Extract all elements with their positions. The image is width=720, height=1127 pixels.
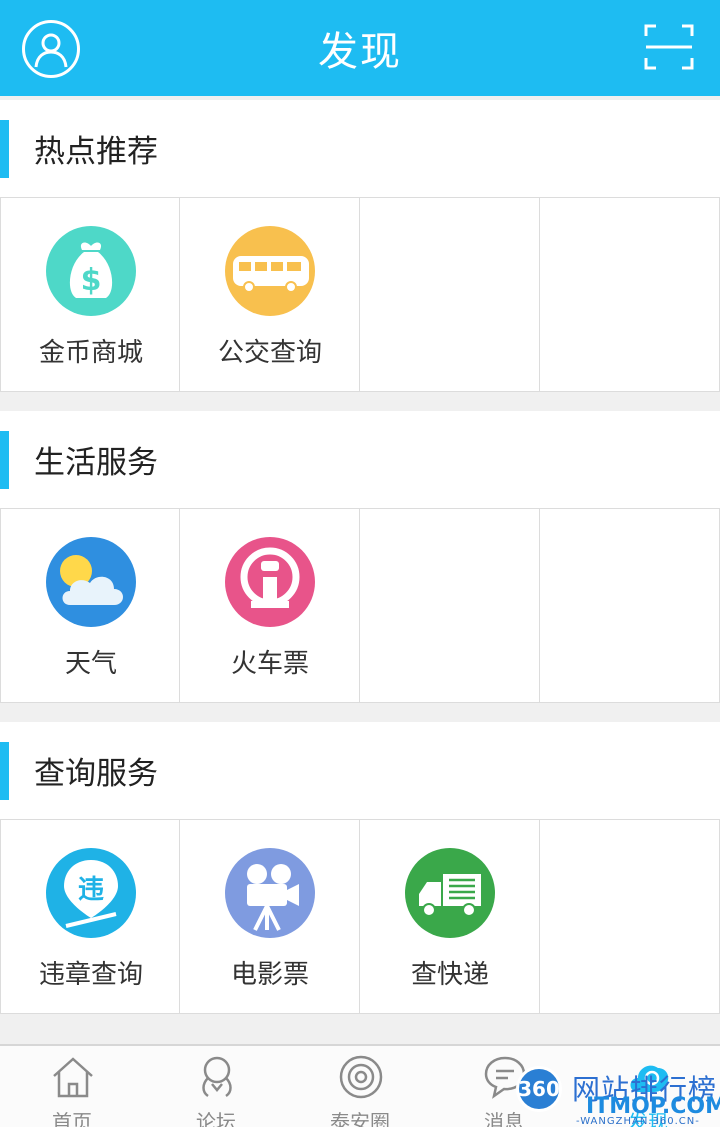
tab-discover[interactable]: 发现 [576, 1046, 720, 1127]
grid-item-label: 公交查询 [217, 338, 322, 368]
svg-text:$: $ [81, 263, 102, 298]
section-accent-bar [0, 120, 9, 178]
train-icon [225, 537, 315, 627]
section-title: 生活服务 [34, 445, 158, 481]
grid-item-empty [360, 198, 540, 391]
violation-icon: 违 [46, 848, 136, 938]
bus-icon [225, 226, 315, 316]
section-title: 查询服务 [34, 756, 158, 792]
scan-icon[interactable] [644, 24, 694, 70]
section-hot-recommend: 热点推荐 $ 金币商城 公交查询 [0, 100, 720, 392]
section-accent-bar [0, 431, 9, 489]
grid-item-weather[interactable]: 天气 [0, 509, 180, 702]
message-icon [484, 1056, 526, 1099]
weather-icon [46, 537, 136, 627]
grid-item-empty [540, 820, 720, 1013]
top-bar: 发现 [0, 0, 720, 96]
service-grid: 违 违章查询 电影票 查快递 [0, 820, 720, 1014]
section-header: 生活服务 [0, 411, 720, 509]
grid-item-label: 天气 [64, 649, 117, 679]
grid-item-label: 违章查询 [38, 960, 143, 990]
page-title: 发现 [318, 29, 402, 75]
forum-icon [202, 1056, 232, 1098]
grid-item-bus-query[interactable]: 公交查询 [180, 198, 360, 391]
section-query-service: 查询服务 违 违章查询 电影票 查快递 [0, 722, 720, 1014]
tab-circle[interactable]: 泰安圈 [288, 1046, 432, 1127]
svg-text:违: 违 [78, 875, 104, 905]
service-grid: 天气 火车票 [0, 509, 720, 703]
grid-item-label: 火车票 [230, 649, 309, 679]
section-title: 热点推荐 [34, 134, 158, 170]
grid-item-label: 电影票 [230, 960, 309, 990]
grid-item-empty [540, 509, 720, 702]
service-grid: $ 金币商城 公交查询 [0, 198, 720, 392]
section-life-service: 生活服务 天气 火车票 [0, 411, 720, 703]
section-accent-bar [0, 742, 9, 800]
tab-home[interactable]: 首页 [0, 1046, 144, 1127]
grid-item-coin-mall[interactable]: $ 金币商城 [0, 198, 180, 391]
home-icon [53, 1057, 93, 1098]
grid-item-empty [540, 198, 720, 391]
circle-icon [339, 1055, 383, 1099]
movie-camera-icon [225, 848, 315, 938]
tab-label: 泰安圈 [330, 1110, 390, 1127]
grid-item-movie-ticket[interactable]: 电影票 [180, 820, 360, 1013]
tab-label: 消息 [484, 1110, 524, 1127]
tab-forum[interactable]: 论坛 [144, 1046, 288, 1127]
tab-message[interactable]: 消息 [432, 1046, 576, 1127]
bottom-tab-bar: 首页 论坛 泰安圈 消息 发现 [0, 1044, 720, 1127]
grid-item-express-query[interactable]: 查快递 [360, 820, 540, 1013]
tab-label: 发现 [628, 1110, 668, 1127]
grid-item-violation-query[interactable]: 违 违章查询 [0, 820, 180, 1013]
grid-item-train-ticket[interactable]: 火车票 [180, 509, 360, 702]
grid-item-label: 金币商城 [38, 338, 143, 368]
money-bag-icon: $ [46, 226, 136, 316]
section-header: 查询服务 [0, 722, 720, 820]
tab-label: 论坛 [196, 1110, 236, 1127]
user-avatar-icon[interactable] [22, 20, 80, 78]
delivery-truck-icon [405, 848, 495, 938]
grid-item-label: 查快递 [410, 960, 489, 990]
grid-item-empty [360, 509, 540, 702]
tab-label: 首页 [52, 1110, 92, 1127]
discover-icon [630, 1065, 669, 1092]
section-header: 热点推荐 [0, 100, 720, 198]
